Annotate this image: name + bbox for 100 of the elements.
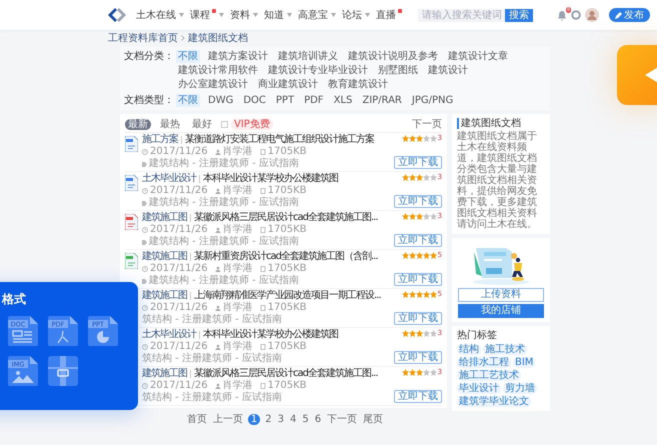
filter-option[interactable]: 建筑设计文章 (446, 50, 510, 63)
hot-tag[interactable]: 剪力墙 (503, 383, 537, 394)
filter-option[interactable]: 教育建筑设计 (326, 78, 390, 91)
filter-option[interactable]: XLS (332, 94, 354, 107)
file-icon (125, 175, 138, 191)
breadcrumb-link[interactable]: 工程资料库首页 (108, 31, 178, 45)
logo-icon[interactable] (108, 8, 126, 22)
document-tags: 建筑结构 - 注册建筑师 - 应试指南 (149, 197, 299, 209)
vip-checkbox[interactable] (221, 120, 228, 128)
hot-tag[interactable]: 建筑学毕业论文 (457, 396, 531, 407)
upload-button[interactable]: 上传资料 (458, 288, 544, 302)
download-button[interactable]: 立即下载 (394, 312, 442, 325)
filter-option[interactable]: 建筑设计常用软件 (176, 64, 260, 77)
download-button[interactable]: 立即下载 (394, 234, 442, 247)
filter-option[interactable]: 建筑培训讲义 (276, 50, 340, 63)
hot-tag[interactable]: 给排水工程 (457, 357, 511, 368)
filter-option[interactable]: 办公室建筑设计 (176, 78, 250, 91)
file-size-icon (260, 188, 266, 194)
nav-item[interactable]: 论坛 (342, 8, 370, 22)
hot-tags-title: 热门标签 (457, 330, 498, 342)
file-size-icon (260, 344, 266, 350)
ring-icon[interactable] (571, 10, 581, 20)
bell-icon[interactable] (557, 10, 567, 20)
avatar-icon[interactable] (585, 8, 599, 22)
search-field[interactable]: 请输入搜索关键词 (418, 8, 506, 22)
user-icon (214, 149, 221, 155)
breadcrumb-link[interactable]: 建筑图纸文档 (188, 31, 248, 45)
filter-option[interactable]: 商业建筑设计 (256, 78, 320, 91)
search-button[interactable]: 搜索 (505, 8, 533, 22)
filter-option[interactable]: JPG/PNG (410, 94, 456, 107)
filter-option[interactable]: PDF (302, 94, 326, 107)
publish-button[interactable]: 发布 (609, 8, 650, 22)
document-title[interactable]: 某徽派风格三层民居设计cad全套建筑施工图... (194, 368, 378, 380)
filter-option[interactable]: 别墅图纸 (376, 64, 420, 77)
category-link[interactable]: 建筑施工图 (142, 368, 187, 380)
page-link[interactable]: 尾页 (362, 414, 384, 425)
category-link[interactable]: 土木毕业设计 (142, 329, 196, 341)
download-button[interactable]: 立即下载 (394, 156, 442, 169)
page-link[interactable]: 上一页 (212, 414, 244, 425)
page-link[interactable]: 6 (314, 414, 322, 425)
download-button[interactable]: 立即下载 (394, 351, 442, 364)
hot-tag[interactable]: 施工工艺技术 (457, 370, 521, 381)
file-size-icon (260, 266, 266, 272)
tag-icon (142, 162, 147, 166)
hot-tag[interactable]: 施工技术 (483, 344, 527, 355)
author-name: 肖学港 (222, 263, 253, 274)
hot-tag[interactable]: 结构 (457, 344, 481, 355)
page-link[interactable]: 3 (276, 414, 285, 425)
tag-icon (142, 240, 147, 244)
my-shop-button[interactable]: 我的店铺 (458, 304, 544, 318)
sort-tab[interactable]: 最新 (125, 118, 151, 130)
filter-option[interactable]: 建筑设计说明及参考 (346, 50, 440, 63)
archive-icon (48, 356, 78, 386)
filter-option[interactable]: 建筑设计专业毕业设计 (266, 64, 370, 77)
document-title[interactable]: 本科毕业设计某学校办公楼建筑图 (203, 329, 338, 341)
sort-tab[interactable]: 最好 (189, 118, 215, 130)
category-link[interactable]: 建筑施工图 (142, 212, 187, 224)
nav-item[interactable]: 知道 (264, 8, 292, 22)
document-tags: 筑结构 - 注册建筑师 - 应试指南 (142, 314, 282, 326)
page-link[interactable]: 首页 (186, 414, 208, 425)
category-link[interactable]: 施工方案 (142, 134, 178, 146)
document-title[interactable]: 上海南翔精准医学产业园改造项目一期工程设... (194, 290, 381, 302)
filter-option[interactable]: DWG (206, 94, 236, 107)
category-link[interactable]: 建筑施工图 (142, 290, 187, 302)
file-size: 1705KB (268, 146, 307, 158)
nav-item[interactable]: 直播 (376, 8, 402, 22)
page-link[interactable]: 4 (289, 414, 298, 425)
hot-tag[interactable]: 毕业设计 (457, 383, 501, 394)
filter-option[interactable]: PPT (274, 94, 296, 107)
category-link[interactable]: 土木毕业设计 (142, 173, 196, 185)
nav-item[interactable]: 土木在线 (136, 8, 184, 22)
nav-item[interactable]: 高意宝 (298, 8, 336, 22)
filter-option[interactable]: 建筑方案设计 (206, 50, 270, 63)
page-link[interactable]: 2 (264, 414, 273, 425)
filter-option[interactable]: 建筑设计 (426, 64, 470, 77)
page-link[interactable]: 下一页 (326, 414, 358, 425)
sort-tab[interactable]: 最热 (157, 118, 183, 130)
category-link[interactable]: 建筑施工图 (142, 251, 187, 263)
document-title[interactable]: 某徽派风格三层民居设计cad全套建筑施工图... (194, 212, 378, 224)
document-title[interactable]: 本科毕业设计某学校办公楼建筑图 (203, 173, 338, 185)
next-page-link[interactable]: 下一页 (412, 117, 442, 131)
nav-item[interactable]: 资料 (230, 8, 258, 22)
filter-option[interactable]: ZIP/RAR (360, 94, 404, 107)
nav-item[interactable]: 课程 (190, 8, 224, 22)
file-size: 1705KB (268, 263, 307, 274)
upload-date: 2017/11/26 (150, 224, 208, 236)
download-button[interactable]: 立即下载 (394, 195, 442, 208)
clock-icon (142, 344, 148, 350)
promo-title: 格式 (2, 292, 27, 306)
page-link[interactable]: 1 (248, 414, 260, 425)
download-button[interactable]: 立即下载 (394, 390, 442, 403)
document-title[interactable]: 某衡道路灯安装工程电气施工组织设计施工方案 (185, 134, 374, 146)
clock-icon (142, 149, 148, 155)
page-link[interactable]: 5 (301, 414, 310, 425)
download-button[interactable]: 立即下载 (394, 273, 442, 286)
file-size-icon (260, 149, 266, 155)
hot-tag[interactable]: BIM (513, 357, 536, 368)
filter-option[interactable]: DOC (241, 94, 268, 107)
file-size-icon (260, 227, 266, 233)
document-title[interactable]: 某新村重资房设计cad全套建筑施工图（含剖... (194, 251, 378, 263)
